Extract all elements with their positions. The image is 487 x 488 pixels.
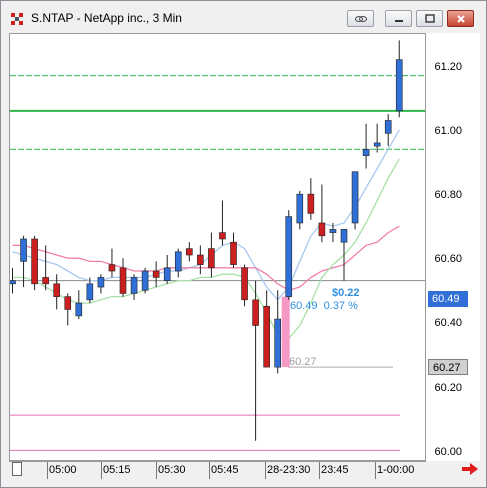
candle-body bbox=[307, 193, 315, 214]
measure-detail-label: 60.49 0.37 % bbox=[290, 300, 358, 312]
time-axis-tick bbox=[209, 462, 210, 479]
candle-body bbox=[208, 248, 215, 269]
candle-body bbox=[263, 305, 270, 368]
minimize-icon bbox=[394, 19, 403, 22]
candle-body bbox=[296, 193, 304, 224]
candle-body bbox=[31, 238, 38, 285]
candle-body bbox=[10, 280, 16, 285]
candle-body bbox=[174, 251, 182, 272]
price-axis-label: 61.00 bbox=[434, 125, 462, 138]
candle-body bbox=[219, 232, 226, 240]
time-axis-label: 28-23:30 bbox=[267, 464, 311, 476]
maximize-icon bbox=[424, 14, 435, 23]
candle-body bbox=[119, 267, 127, 294]
candle-body bbox=[318, 222, 326, 237]
time-axis-tick bbox=[375, 462, 376, 479]
price-axis-label: 60.00 bbox=[434, 445, 462, 458]
candle-body bbox=[340, 229, 348, 243]
link-icon bbox=[354, 15, 367, 22]
moving-average-blue bbox=[12, 129, 400, 301]
time-axis-tick bbox=[319, 462, 320, 479]
chart-canvas[interactable] bbox=[10, 34, 425, 460]
price-axis-label: 60.20 bbox=[434, 381, 462, 394]
time-axis-tick bbox=[101, 462, 102, 479]
candle-body bbox=[20, 238, 27, 262]
time-axis-label: 05:15 bbox=[103, 464, 131, 476]
candle-body bbox=[42, 277, 49, 285]
close-button[interactable] bbox=[447, 10, 474, 27]
time-axis[interactable]: 05:00 05:15 05:30 05:45 28-23:30 23:45 1… bbox=[9, 461, 426, 482]
candle-body bbox=[252, 299, 259, 326]
time-axis-tick bbox=[156, 462, 157, 479]
time-axis-label: 05:30 bbox=[158, 464, 186, 476]
candle-body bbox=[163, 267, 171, 281]
title-bar[interactable]: S.NTAP - NetApp inc., 3 Min bbox=[1, 1, 486, 33]
time-axis-label: 05:00 bbox=[49, 464, 77, 476]
time-axis-label: 05:45 bbox=[211, 464, 239, 476]
price-chart[interactable]: $0.22 60.49 0.37 % 60.27 bbox=[9, 33, 426, 461]
candle-body bbox=[97, 277, 105, 288]
candle-body bbox=[329, 229, 337, 233]
measure-base-label: 60.27 bbox=[289, 356, 317, 368]
price-axis[interactable]: 61.20 61.00 60.80 60.60 60.40 60.20 60.0… bbox=[426, 33, 480, 461]
candle-body bbox=[53, 283, 61, 297]
candle-body bbox=[241, 267, 248, 301]
price-axis-label: 60.60 bbox=[434, 253, 462, 266]
minimize-button[interactable] bbox=[385, 10, 412, 27]
candle-body bbox=[75, 302, 83, 317]
candle-body bbox=[351, 171, 359, 224]
time-axis-label: 1-00:00 bbox=[377, 464, 415, 476]
candle-body bbox=[197, 254, 204, 265]
price-axis-label: 60.80 bbox=[434, 189, 462, 202]
link-button[interactable] bbox=[347, 10, 374, 27]
time-axis-tick bbox=[265, 462, 266, 479]
candle-body bbox=[108, 264, 116, 272]
price-axis-label: 61.20 bbox=[434, 61, 462, 74]
candle-body bbox=[274, 318, 282, 368]
app-chart-icon bbox=[11, 13, 23, 25]
cursor-price-tag: 60.27 bbox=[428, 359, 468, 375]
candle-body bbox=[152, 270, 160, 278]
candle-body bbox=[285, 216, 293, 297]
chart-window: S.NTAP - NetApp inc., 3 Min $0.22 60.49 … bbox=[0, 0, 487, 488]
close-icon bbox=[456, 14, 465, 23]
measure-change-label: $0.22 bbox=[332, 287, 360, 299]
window-title: S.NTAP - NetApp inc., 3 Min bbox=[31, 11, 182, 25]
time-axis-tick bbox=[47, 462, 48, 479]
time-axis-label: 23:45 bbox=[321, 464, 349, 476]
candle-body bbox=[130, 277, 138, 294]
maximize-button[interactable] bbox=[416, 10, 443, 27]
scroll-right-arrow-icon[interactable] bbox=[460, 461, 480, 477]
candle-body bbox=[362, 149, 370, 157]
candle-body bbox=[86, 283, 94, 301]
price-axis-label: 60.40 bbox=[434, 317, 462, 330]
candle-body bbox=[230, 241, 237, 265]
candle-body bbox=[141, 270, 149, 291]
candle-body bbox=[395, 59, 403, 112]
current-price-tag: 60.49 bbox=[428, 291, 468, 307]
scroll-start-box[interactable] bbox=[12, 462, 22, 476]
candle-body bbox=[373, 142, 381, 147]
candle-body bbox=[186, 248, 193, 256]
candle-body bbox=[64, 296, 72, 310]
candle-body bbox=[384, 120, 392, 134]
